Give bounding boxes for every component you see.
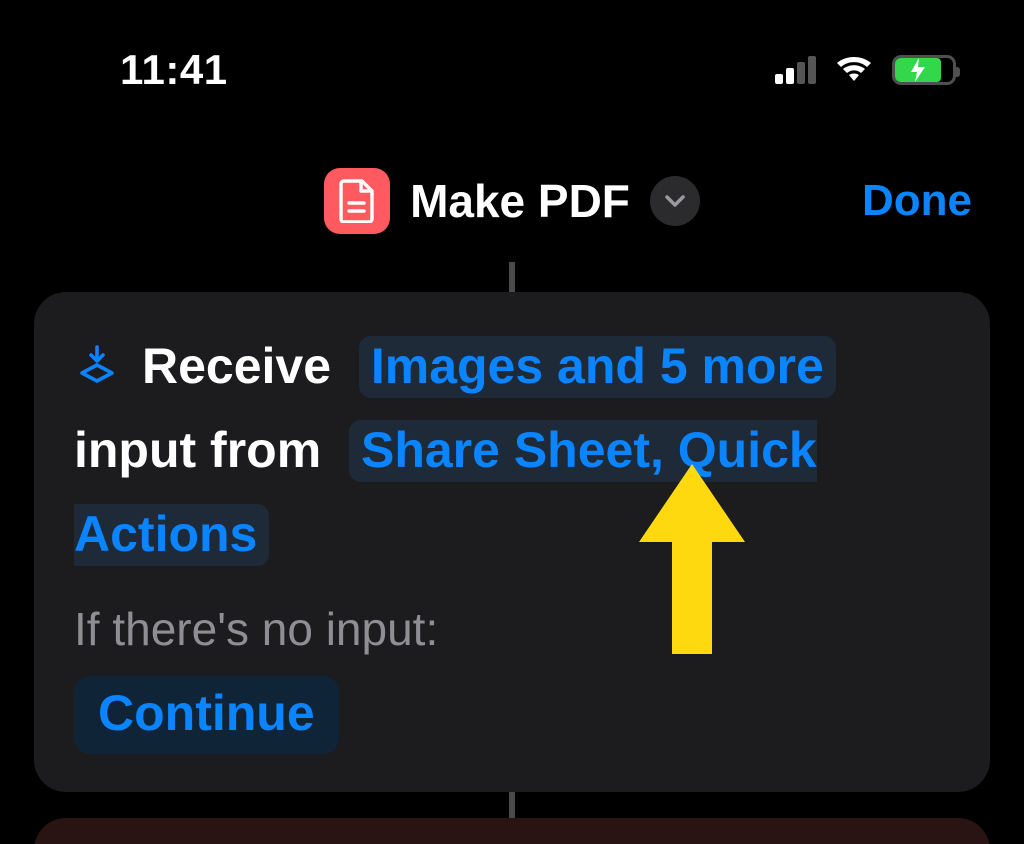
receive-sentence: Receive Images and 5 more input from Sha… <box>74 324 950 576</box>
input-types-pill[interactable]: Images and 5 more <box>359 336 836 398</box>
pdf-document-icon <box>324 168 390 234</box>
shortcut-header: Make PDF Done <box>0 168 1024 234</box>
battery-charging-icon <box>892 55 956 85</box>
flow-connector <box>509 792 515 818</box>
cellular-icon <box>775 56 816 84</box>
chevron-down-icon[interactable] <box>650 176 700 226</box>
receive-label: Receive <box>142 338 331 394</box>
phone-frame: 11:41 <box>0 0 1024 844</box>
flow-connector <box>509 262 515 292</box>
shortcut-title: Make PDF <box>410 174 630 228</box>
no-input-action-pill[interactable]: Continue <box>74 676 339 754</box>
status-bar: 11:41 <box>0 0 1024 104</box>
status-right <box>775 55 956 85</box>
wifi-icon <box>834 55 874 85</box>
receive-input-card[interactable]: Receive Images and 5 more input from Sha… <box>34 292 990 792</box>
input-from-label: input from <box>74 422 321 478</box>
no-input-label: If there's no input: <box>74 602 950 656</box>
status-time: 11:41 <box>120 46 228 94</box>
done-button[interactable]: Done <box>862 176 972 226</box>
input-stack-icon <box>74 343 120 389</box>
warning-card[interactable]: Make sure you pass items to the Make <box>34 818 990 844</box>
header-center[interactable]: Make PDF <box>324 168 700 234</box>
